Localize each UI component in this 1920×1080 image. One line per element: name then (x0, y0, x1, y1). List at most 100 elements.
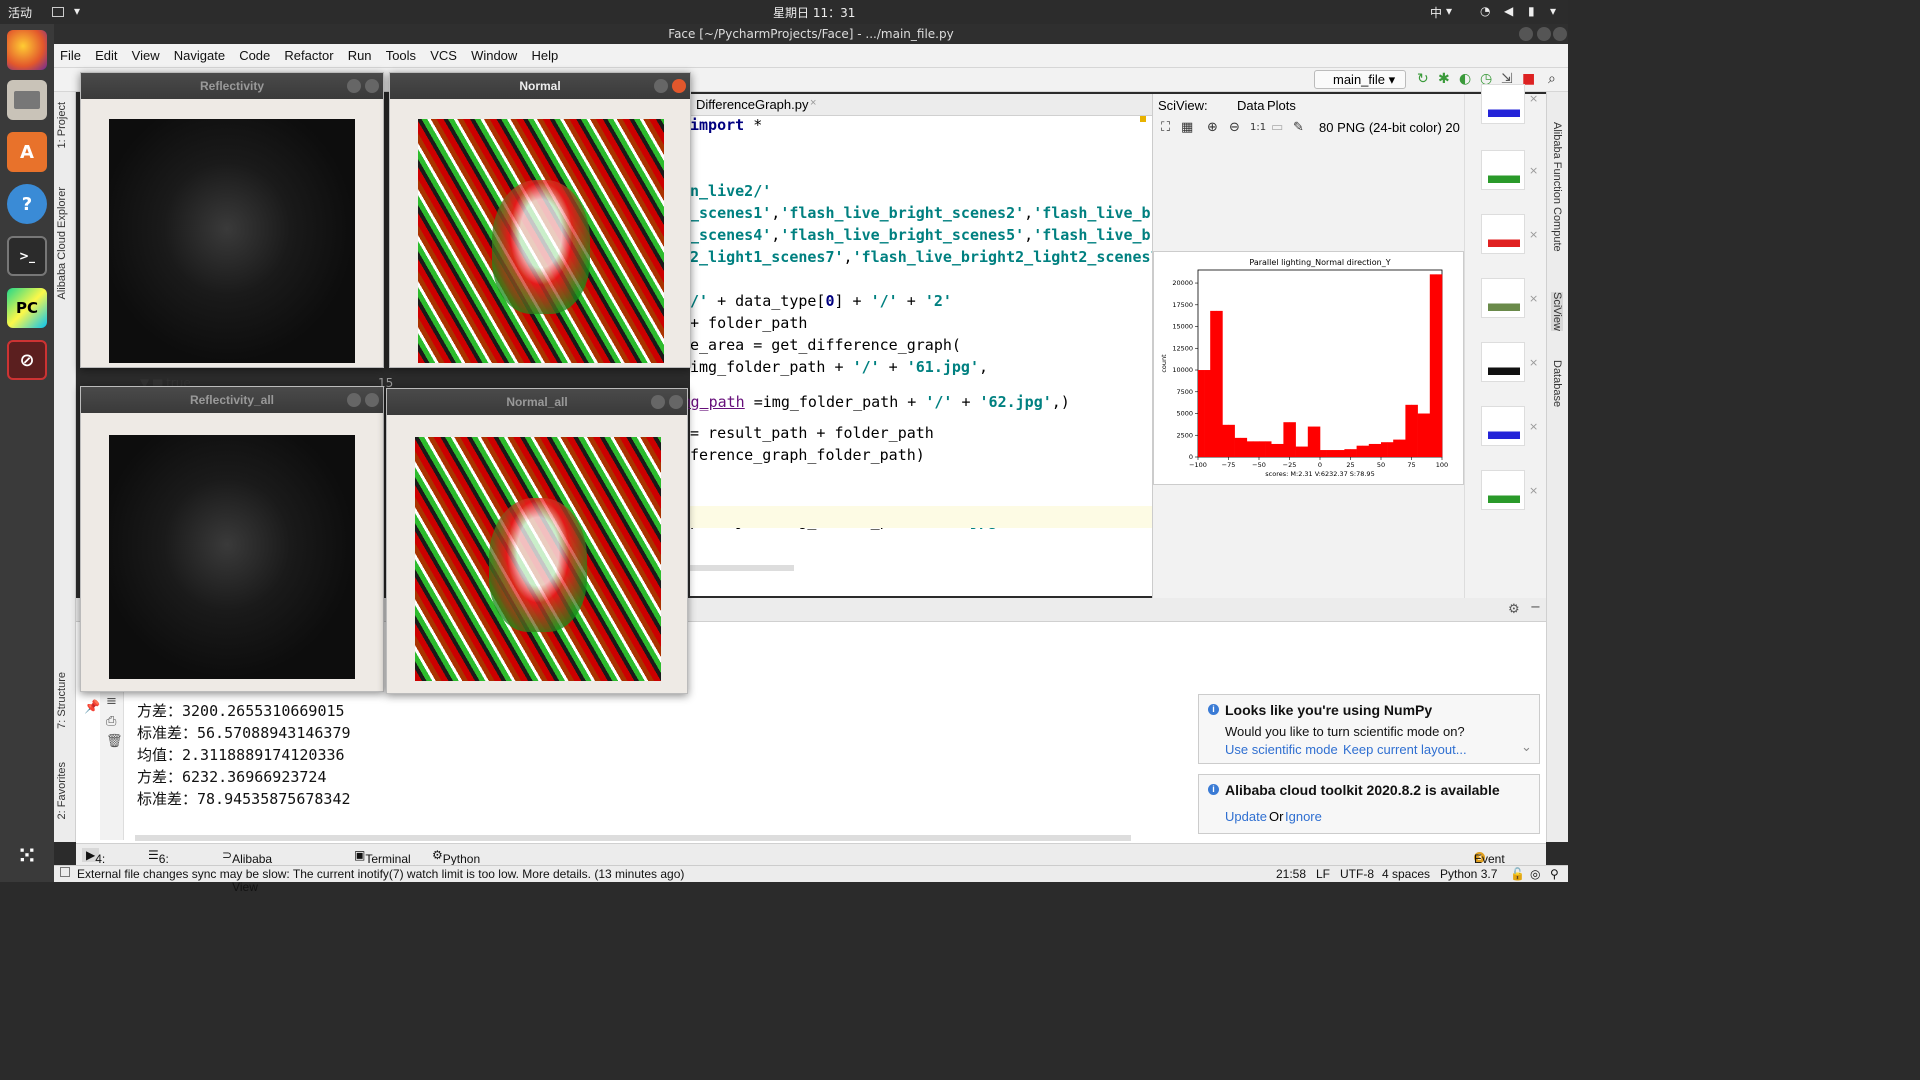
run-config-select[interactable]: main_file ▾ (1314, 70, 1406, 89)
coverage-icon[interactable]: ◐ (1459, 71, 1471, 87)
menu-code[interactable]: Code (239, 44, 270, 68)
no-entry-app-icon[interactable]: ⊘ (7, 340, 47, 380)
rerun-icon[interactable]: ↻ (1417, 71, 1429, 87)
menu-edit[interactable]: Edit (95, 44, 117, 68)
tab-todo[interactable]: ☰ 6: TODO (148, 848, 193, 880)
terminal-icon[interactable]: >_ (7, 236, 47, 276)
chevron-down-icon[interactable]: ▾ (1550, 4, 1556, 18)
close-thumbnail-icon[interactable]: × (1529, 420, 1538, 433)
pin-icon[interactable]: 📌 (84, 700, 100, 715)
tab-python-console[interactable]: ⚙ Python Console (432, 848, 487, 880)
volume-icon[interactable]: ◀ (1504, 4, 1513, 18)
clock[interactable]: 星期日 11：31 (773, 4, 855, 21)
line-separator[interactable]: LF (1316, 867, 1330, 881)
minimize-icon[interactable] (347, 79, 361, 93)
menu-run[interactable]: Run (348, 44, 372, 68)
tab-database[interactable]: Database (1551, 360, 1563, 407)
menu-refactor[interactable]: Refactor (284, 44, 333, 68)
tab-sciview[interactable]: SciView (1551, 292, 1563, 331)
close-thumbnail-icon[interactable]: × (1529, 356, 1538, 369)
close-thumbnail-icon[interactable]: × (1529, 164, 1538, 177)
close-icon[interactable] (672, 79, 686, 93)
input-method-indicator[interactable]: 中 (1430, 4, 1442, 21)
ignore-link[interactable]: Ignore (1285, 809, 1322, 824)
status-message[interactable]: External file changes sync may be slow: … (77, 867, 684, 881)
trash-icon[interactable]: 🗑 (106, 734, 123, 749)
pycharm-icon[interactable]: PC (7, 288, 47, 328)
chevron-down-icon[interactable]: ▾ (74, 4, 80, 18)
close-thumbnail-icon[interactable]: × (1529, 484, 1538, 497)
chevron-down-icon[interactable]: ▾ (1446, 4, 1452, 18)
tab-data[interactable]: Data (1237, 98, 1264, 113)
editor-scrollbar[interactable] (690, 565, 794, 571)
close-tab-icon[interactable]: × (810, 97, 816, 109)
menu-navigate[interactable]: Navigate (174, 44, 225, 68)
reflectivity-window[interactable]: Reflectivity (80, 72, 384, 368)
line-plot-thumbnail[interactable] (1481, 342, 1525, 382)
help-icon[interactable]: ? (7, 184, 47, 224)
color-picker-icon[interactable]: ✎ (1293, 120, 1304, 135)
keep-current-layout-link[interactable]: Keep current layout... (1343, 742, 1467, 757)
firefox-icon[interactable] (7, 30, 47, 70)
tab-plots[interactable]: Plots (1267, 98, 1296, 113)
minimize-icon[interactable] (347, 393, 361, 407)
file-encoding[interactable]: UTF-8 (1340, 867, 1374, 881)
minimize-icon[interactable] (654, 79, 668, 93)
minimize-icon[interactable] (651, 395, 665, 409)
maximize-icon[interactable] (1537, 27, 1551, 41)
app-menu-icon[interactable] (52, 7, 64, 17)
lock-icon[interactable]: 🔓 (1510, 867, 1525, 881)
grid-icon[interactable]: ▦ (1181, 120, 1193, 135)
menu-window[interactable]: Window (471, 44, 517, 68)
tab-project[interactable]: 1: Project (56, 102, 68, 148)
chevron-down-icon[interactable]: ⌄ (1521, 739, 1532, 755)
indent-setting[interactable]: 4 spaces (1382, 867, 1430, 881)
background-icon[interactable]: ▭ (1271, 120, 1283, 135)
console-scrollbar[interactable] (135, 835, 1131, 841)
histogram-green-thumbnail[interactable] (1481, 150, 1525, 190)
print-icon[interactable]: ⎙ (106, 714, 116, 729)
normal-all-window[interactable]: Normal_all (386, 388, 688, 694)
caret-position[interactable]: 21:58 (1276, 867, 1306, 881)
battery-icon[interactable]: ▮ (1528, 4, 1535, 18)
fit-icon[interactable]: ⛶ (1161, 120, 1170, 135)
show-applications-icon[interactable]: ⁙ (7, 836, 47, 876)
inspector-icon[interactable]: ⚲ (1550, 867, 1559, 881)
editor-tab[interactable]: DifferenceGraph.py (696, 97, 809, 112)
soft-wrap-icon[interactable]: ≡ (106, 694, 117, 709)
close-icon[interactable] (365, 79, 379, 93)
zoom-in-icon[interactable]: ⊕ (1207, 120, 1218, 135)
3d-surface-thumbnail[interactable] (1481, 278, 1525, 318)
tab-favorites[interactable]: 2: Favorites (56, 762, 68, 819)
update-link[interactable]: Update (1225, 809, 1267, 824)
files-icon[interactable] (7, 80, 47, 120)
zoom-out-icon[interactable]: ⊖ (1229, 120, 1240, 135)
python-interpreter[interactable]: Python 3.7 (1440, 867, 1497, 881)
tab-alibaba-cloud-view[interactable]: ⊃ Alibaba Cloud View (222, 848, 272, 894)
tab-structure[interactable]: 7: Structure (56, 672, 68, 729)
use-scientific-mode-link[interactable]: Use scientific mode (1225, 742, 1338, 757)
warning-marker[interactable] (1140, 116, 1146, 122)
tab-run[interactable]: ▶ 4: Run (82, 848, 117, 880)
menu-file[interactable]: File (60, 44, 81, 68)
histogram-green-thumbnail[interactable] (1481, 470, 1525, 510)
histogram-red-thumbnail[interactable] (1481, 214, 1525, 254)
close-thumbnail-icon[interactable]: × (1529, 92, 1538, 105)
wifi-icon[interactable]: ◔ (1480, 4, 1490, 18)
search-icon[interactable]: ⌕ (1548, 71, 1556, 87)
minimize-icon[interactable] (1519, 27, 1533, 41)
close-icon[interactable] (365, 393, 379, 407)
close-thumbnail-icon[interactable]: × (1529, 292, 1538, 305)
actual-size-button[interactable]: 1:1 (1250, 122, 1266, 133)
debug-icon[interactable]: ✱ (1438, 71, 1450, 87)
tab-terminal[interactable]: ▣ Terminal (354, 848, 411, 866)
histogram-blue-thumbnail[interactable] (1481, 84, 1525, 124)
git-icon[interactable]: ◎ (1530, 867, 1540, 881)
histogram-blue-thumbnail[interactable] (1481, 406, 1525, 446)
plot-image[interactable]: Parallel lighting_Normal direction_Y −100… (1153, 251, 1464, 485)
menu-tools[interactable]: Tools (386, 44, 416, 68)
close-thumbnail-icon[interactable]: × (1529, 228, 1538, 241)
tab-alibaba-cloud-explorer[interactable]: Alibaba Cloud Explorer (56, 187, 68, 300)
gear-icon[interactable]: ⚙ (1508, 602, 1520, 617)
toggle-tool-windows-icon[interactable] (60, 867, 70, 877)
